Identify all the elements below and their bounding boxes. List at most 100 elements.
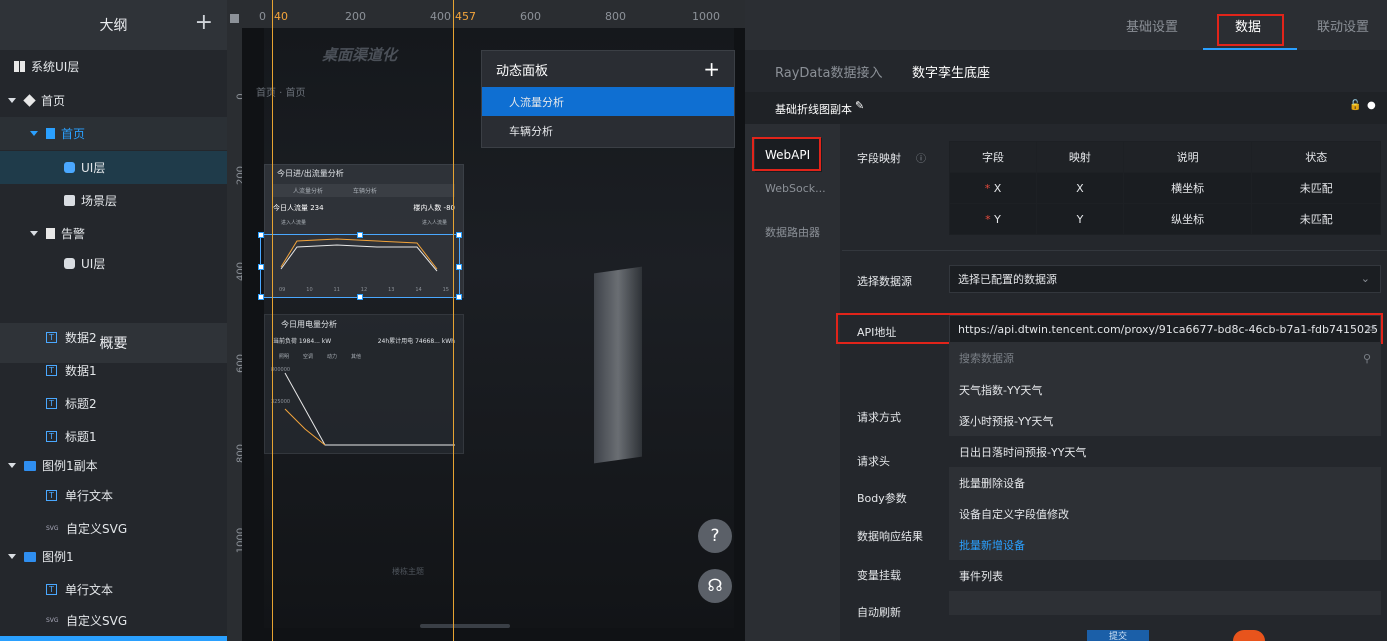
card-stat: 今日人流量 234 <box>273 204 324 212</box>
response-result-label: 数据响应结果 <box>857 530 923 543</box>
tree-item-ui-layer[interactable]: UI层 <box>0 151 227 184</box>
tree-item-system-ui[interactable]: 系统UI层 <box>0 50 227 83</box>
add-panel-button[interactable]: + <box>703 57 720 81</box>
mapping-input[interactable]: X <box>1035 172 1124 204</box>
card-stat: 当前负荷 1984... kW <box>273 338 332 345</box>
source-sidebar: WebAPI WebSock... 数据路由器 <box>745 124 840 641</box>
resize-handle[interactable] <box>456 264 462 270</box>
resize-handle[interactable] <box>456 232 462 238</box>
support-button[interactable]: ☊ <box>698 569 732 603</box>
datasource-value: 选择已配置的数据源 <box>958 273 1057 286</box>
left-panel: 大纲 + 系统UI层 首页 首页 UI层 场景层 告警 UI层 概要 T 数据2 … <box>0 0 227 641</box>
edit-icon[interactable]: ✎ <box>855 99 864 112</box>
logo-icon <box>1233 630 1265 641</box>
dropdown-option[interactable]: 事件列表 <box>949 560 1381 591</box>
dropdown-search-input[interactable]: 搜索数据源 ⚲ <box>949 342 1381 374</box>
overview-item[interactable]: T 数据1 <box>0 354 227 387</box>
dynamic-panel[interactable]: 动态面板 + 人流量分析 车辆分析 <box>481 50 735 148</box>
panel-item-vehicle[interactable]: 车辆分析 <box>482 116 734 145</box>
datasource-label: 选择数据源 <box>857 275 912 288</box>
overview-item[interactable]: T 单行文本 <box>0 573 227 606</box>
panel-item-traffic[interactable]: 人流量分析 <box>482 87 734 116</box>
dropdown-option[interactable]: 日出日落时间预报-YY天气 <box>949 436 1381 467</box>
canvas-scrollbar[interactable] <box>420 624 510 628</box>
tree-item-scene-layer[interactable]: 场景层 <box>0 184 227 217</box>
overview-item[interactable]: SVG 自定义SVG <box>0 604 227 637</box>
tree-item-alarm-ui[interactable]: UI层 <box>0 251 227 275</box>
tree-item-label: UI层 <box>81 161 106 175</box>
ruler-h-label: 457 <box>455 10 476 23</box>
resize-handle[interactable] <box>357 232 363 238</box>
tree-item-alarm[interactable]: 告警 <box>0 217 227 250</box>
help-button[interactable]: ? <box>698 519 732 553</box>
required-mark: * <box>984 181 994 195</box>
submit-button[interactable]: 提交 <box>1087 630 1149 641</box>
card-tab[interactable]: 车辆分析 <box>353 186 377 195</box>
dropdown-option[interactable]: 逐小时预报-YY天气 <box>949 405 1381 436</box>
datasource-select[interactable]: 选择已配置的数据源 ⌄ <box>949 265 1381 293</box>
tab-raydata[interactable]: RayData数据接入 <box>775 62 882 81</box>
dropdown-option[interactable]: 批量删除设备 <box>949 467 1381 498</box>
tree-item-home-page[interactable]: 首页 <box>0 117 227 150</box>
chevron-down-icon[interactable] <box>8 98 16 103</box>
dropdown-option[interactable]: 设备自定义字段值修改 <box>949 498 1381 529</box>
mapping-input[interactable]: Y <box>1035 203 1124 235</box>
dropdown-option[interactable]: 天气指数-YY天气 <box>949 374 1381 405</box>
add-layer-button[interactable]: + <box>195 10 213 35</box>
overview-item-label: 数据1 <box>65 364 97 378</box>
resize-handle[interactable] <box>258 294 264 300</box>
legend-item: 其他 <box>351 354 362 360</box>
source-websocket[interactable]: WebSock... <box>765 182 826 195</box>
table-header: 映射 <box>1035 141 1124 173</box>
field-name: Y <box>994 212 1001 226</box>
dropdown-option-active[interactable]: 批量新增设备 <box>949 529 1381 560</box>
overview-item[interactable]: T 标题2 <box>0 387 227 420</box>
chevron-down-icon[interactable] <box>30 131 38 136</box>
outline-title: 大纲 <box>99 18 128 34</box>
datasource-dropdown[interactable]: 搜索数据源 ⚲ 天气指数-YY天气 逐小时预报-YY天气 日出日落时间预报-YY… <box>949 342 1381 615</box>
tree-item-label: UI层 <box>81 256 106 271</box>
overview-item-label: 标题1 <box>65 430 97 444</box>
info-icon[interactable]: ⓘ <box>916 150 926 165</box>
search-icon: ⚲ <box>1362 351 1371 365</box>
overview-item-label: 单行文本 <box>65 583 114 597</box>
card-tab[interactable]: 人流量分析 <box>293 186 323 195</box>
eye-icon[interactable]: ● <box>1367 100 1376 111</box>
chevron-down-icon[interactable] <box>30 231 38 236</box>
trash-icon[interactable] <box>230 14 239 23</box>
legend-item: 动力 <box>327 354 338 360</box>
chart-card-power[interactable]: 今日用电量分析 当前负荷 1984... kW 24h累计用电 74668...… <box>264 314 464 454</box>
highlight-box <box>752 137 821 171</box>
resize-handle[interactable] <box>456 294 462 300</box>
text-icon: T <box>46 332 57 343</box>
tree-item-home-group[interactable]: 首页 <box>0 84 227 117</box>
overview-item[interactable]: T 单行文本 <box>0 479 227 512</box>
chevron-down-icon[interactable] <box>8 554 16 559</box>
ruler-h-label: 1000 <box>692 10 720 23</box>
resize-handle[interactable] <box>357 294 363 300</box>
guide-line[interactable] <box>453 0 454 641</box>
search-placeholder: 搜索数据源 <box>959 352 1014 365</box>
ruler-h-label: 800 <box>605 10 626 23</box>
resize-handle[interactable] <box>258 264 264 270</box>
series-line-orange <box>284 408 326 446</box>
selection-box[interactable] <box>258 232 462 300</box>
tab-digital-twin[interactable]: 数字孪生底座 <box>912 62 990 81</box>
guide-line[interactable] <box>272 0 273 641</box>
tab-linkage-settings[interactable]: 联动设置 <box>1317 0 1369 50</box>
resize-handle[interactable] <box>258 232 264 238</box>
overview-item[interactable]: T 数据2 <box>0 321 227 354</box>
text-icon: T <box>46 584 57 595</box>
tree-item-label: 场景层 <box>81 194 118 208</box>
highlight-box <box>836 313 1383 344</box>
tree-item-label: 首页 <box>41 94 66 108</box>
lock-icon[interactable]: 🔓 <box>1349 100 1361 111</box>
table-cell: * X <box>949 172 1037 204</box>
overview-group[interactable]: 图例1副本 <box>0 449 227 482</box>
text-icon: T <box>46 365 57 376</box>
source-router[interactable]: 数据路由器 <box>765 224 820 240</box>
chevron-down-icon[interactable] <box>8 463 16 468</box>
overview-group[interactable]: 图例1 <box>0 540 227 573</box>
ruler-h-label: 400 <box>430 10 451 23</box>
tab-basic-settings[interactable]: 基础设置 <box>1126 0 1178 50</box>
